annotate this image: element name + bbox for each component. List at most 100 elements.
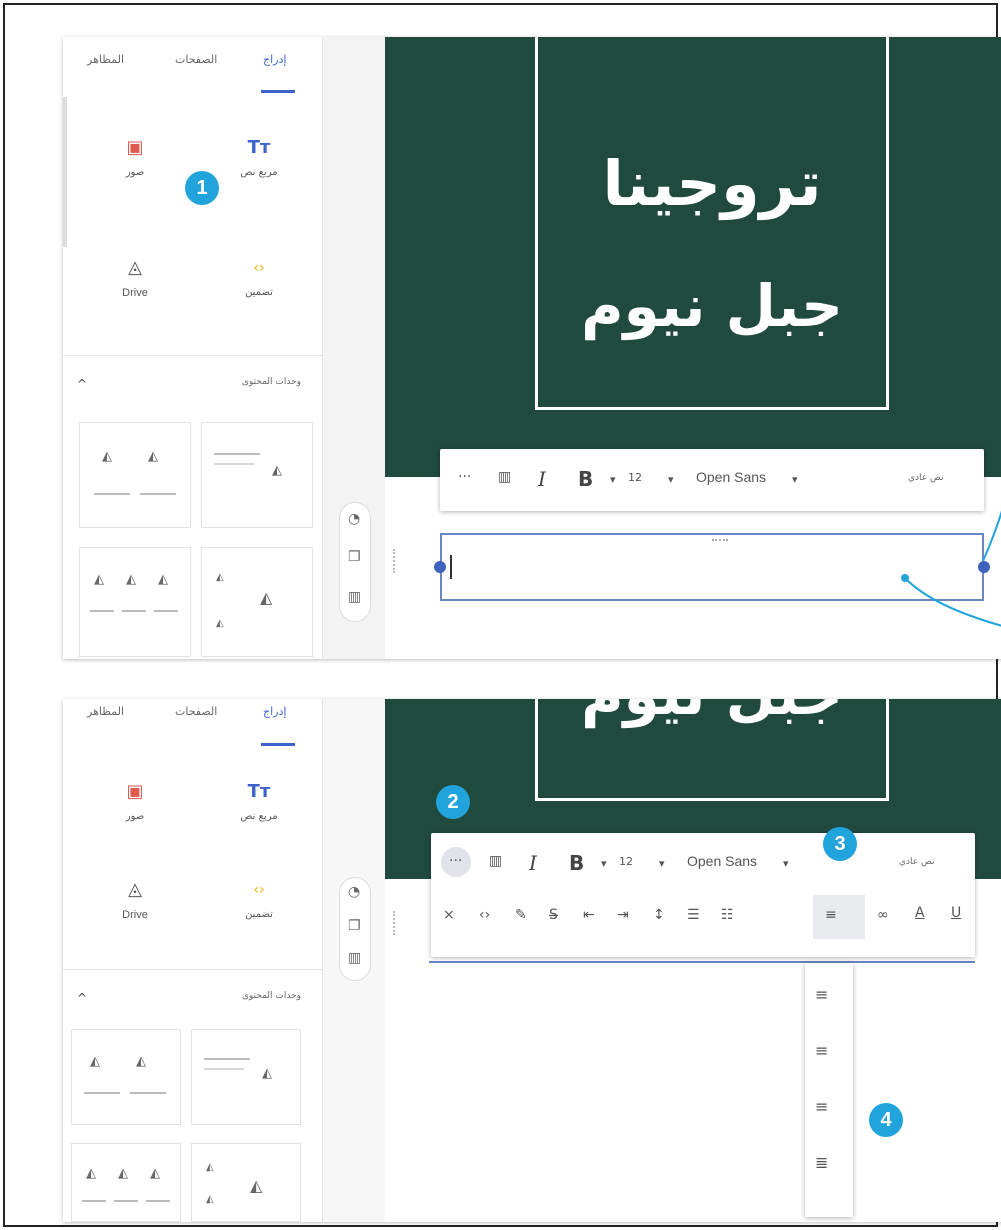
layout-text-image[interactable]: ◭ [191, 1029, 301, 1125]
line-spacing-icon[interactable]: ↕ [653, 907, 665, 923]
more-options-button[interactable]: ··· [458, 469, 471, 485]
size-dropdown-arrow-icon[interactable]: ▾ [610, 473, 616, 486]
embed-icon: ‹› [253, 260, 265, 276]
font-size-value[interactable]: 12 [628, 471, 642, 484]
tab-insert[interactable]: إدراج [263, 705, 286, 718]
copy-icon[interactable]: ❐ [348, 918, 361, 934]
slide-title-line-2: جبل نيوم [581, 272, 843, 340]
layout-image-grid[interactable]: ◭ ◭ ◭ [201, 547, 313, 657]
screenshot-frame: إدراج الصفحات المظاهر Tт مربع نص ▣ صور ‹… [3, 3, 1001, 1227]
image-placeholder-icon: ◭ [206, 1194, 214, 1205]
content-blocks-header[interactable]: ^ وحدات المحتوى [63, 377, 323, 397]
italic-button[interactable]: I [529, 851, 537, 875]
clear-formatting-icon[interactable]: ⨯ [443, 907, 455, 923]
insert-drive[interactable]: ◬ Drive [95, 879, 175, 921]
font-family-value[interactable]: Open Sans [687, 853, 757, 869]
embed-icon: ‹› [253, 882, 265, 898]
text-line [90, 610, 114, 612]
delete-icon[interactable]: ▥ [348, 950, 361, 966]
numbered-list-icon[interactable]: ☰ [687, 907, 700, 923]
editor-panel-1: إدراج الصفحات المظاهر Tт مربع نص ▣ صور ‹… [63, 37, 1001, 659]
text-line [84, 1092, 120, 1094]
tab-themes[interactable]: المظاهر [87, 705, 124, 718]
image-placeholder-icon: ◭ [150, 1166, 160, 1181]
content-blocks-header[interactable]: ^ وحدات المحتوى [63, 991, 323, 1011]
layout-two-images[interactable]: ◭ ◭ [71, 1029, 181, 1125]
text-box-icon: Tт [247, 137, 271, 158]
insert-embed[interactable]: ‹› تضمين [219, 879, 299, 920]
step-callout-1: 1 [185, 171, 219, 205]
collapse-chevron-icon[interactable]: ^ [77, 991, 87, 1005]
bold-button[interactable]: B [578, 467, 593, 491]
insert-text-box[interactable]: Tт مربع نص [219, 781, 299, 822]
bulleted-list-icon[interactable]: ☷ [721, 907, 734, 923]
drag-handle-icon[interactable] [393, 911, 397, 935]
underline-icon[interactable]: U [951, 905, 961, 921]
layout-text-image[interactable]: ◭ [201, 422, 313, 528]
align-right-icon[interactable]: ≡ [825, 907, 837, 923]
strikethrough-icon[interactable]: S̶ [549, 907, 558, 923]
layout-three-images[interactable]: ◭ ◭ ◭ [79, 547, 191, 657]
font-dropdown-arrow-icon[interactable]: ▾ [668, 473, 674, 486]
copy-icon[interactable]: ❐ [348, 549, 361, 565]
highlight-pen-icon[interactable]: ✎ [515, 907, 527, 923]
drive-icon: ◬ [128, 257, 142, 278]
image-placeholder-icon: ◭ [126, 572, 136, 587]
insert-image[interactable]: ▣ صور [95, 137, 175, 178]
delete-icon[interactable]: ▥ [489, 853, 502, 869]
palette-icon[interactable]: ◔ [348, 884, 360, 900]
font-dropdown-arrow-icon[interactable]: ▾ [659, 857, 665, 870]
align-center-icon[interactable]: ≡ [815, 1041, 828, 1060]
text-format-toolbar: ··· ▥ I B ▾ 12 ▾ Open Sans ▾ نص عادي ⨯ ‹… [431, 833, 975, 957]
justify-icon[interactable]: ≣ [815, 1153, 828, 1172]
insert-item-label: مربع نص [240, 167, 278, 178]
code-icon[interactable]: ‹› [479, 907, 490, 923]
palette-icon[interactable]: ◔ [348, 511, 360, 527]
layout-image-grid[interactable]: ◭ ◭ ◭ [191, 1143, 301, 1222]
insert-drive[interactable]: ◬ Drive [95, 257, 175, 299]
divider [63, 969, 323, 970]
delete-icon[interactable]: ▥ [498, 469, 511, 485]
layout-two-images[interactable]: ◭ ◭ [79, 422, 191, 528]
align-left-icon[interactable]: ≡ [815, 985, 828, 1004]
font-size-value[interactable]: 12 [619, 855, 633, 868]
italic-button[interactable]: I [538, 467, 546, 491]
step-callout-2: 2 [436, 785, 470, 819]
drag-handle-icon[interactable] [393, 549, 397, 573]
image-placeholder-icon: ◭ [102, 449, 112, 464]
image-placeholder-icon: ◭ [260, 588, 273, 607]
paragraph-style-value[interactable]: نص عادي [899, 857, 935, 867]
section-title: وحدات المحتوى [241, 377, 301, 387]
collapse-chevron-icon[interactable]: ^ [77, 377, 87, 391]
text-line [204, 1058, 250, 1060]
tab-pages[interactable]: الصفحات [175, 53, 217, 66]
style-dropdown-arrow-icon[interactable]: ▾ [792, 473, 798, 486]
insert-image[interactable]: ▣ صور [95, 781, 175, 822]
scroll-track[interactable] [63, 97, 67, 247]
image-placeholder-icon: ◭ [118, 1166, 128, 1181]
alignment-dropdown: ≡ ≡ ≡ ≣ [805, 963, 853, 1217]
tab-insert[interactable]: إدراج [263, 53, 286, 66]
delete-icon[interactable]: ▥ [348, 589, 361, 605]
indent-increase-icon[interactable]: ⇥ [617, 907, 629, 923]
tab-pages[interactable]: الصفحات [175, 705, 217, 718]
text-color-icon[interactable]: A [915, 905, 925, 921]
font-family-value[interactable]: Open Sans [696, 469, 766, 485]
resize-grip[interactable] [712, 539, 728, 541]
drive-icon: ◬ [128, 879, 142, 900]
left-resize-handle[interactable] [434, 561, 446, 573]
indent-decrease-icon[interactable]: ⇤ [583, 907, 595, 923]
insert-embed[interactable]: ‹› تضمين [219, 257, 299, 298]
size-dropdown-arrow-icon[interactable]: ▾ [601, 857, 607, 870]
link-icon[interactable]: ∞ [877, 907, 889, 923]
style-dropdown-arrow-icon[interactable]: ▾ [783, 857, 789, 870]
insert-text-box[interactable]: Tт مربع نص [219, 137, 299, 178]
layout-three-images[interactable]: ◭ ◭ ◭ [71, 1143, 181, 1222]
title-slide: تروجينا جبل نيوم [385, 37, 1001, 477]
tab-themes[interactable]: المظاهر [87, 53, 124, 66]
more-options-button[interactable]: ··· [449, 853, 462, 869]
bold-button[interactable]: B [569, 851, 584, 875]
align-right-option-icon[interactable]: ≡ [815, 1097, 828, 1116]
step-callout-4: 4 [869, 1103, 903, 1137]
image-placeholder-icon: ◭ [90, 1054, 100, 1069]
